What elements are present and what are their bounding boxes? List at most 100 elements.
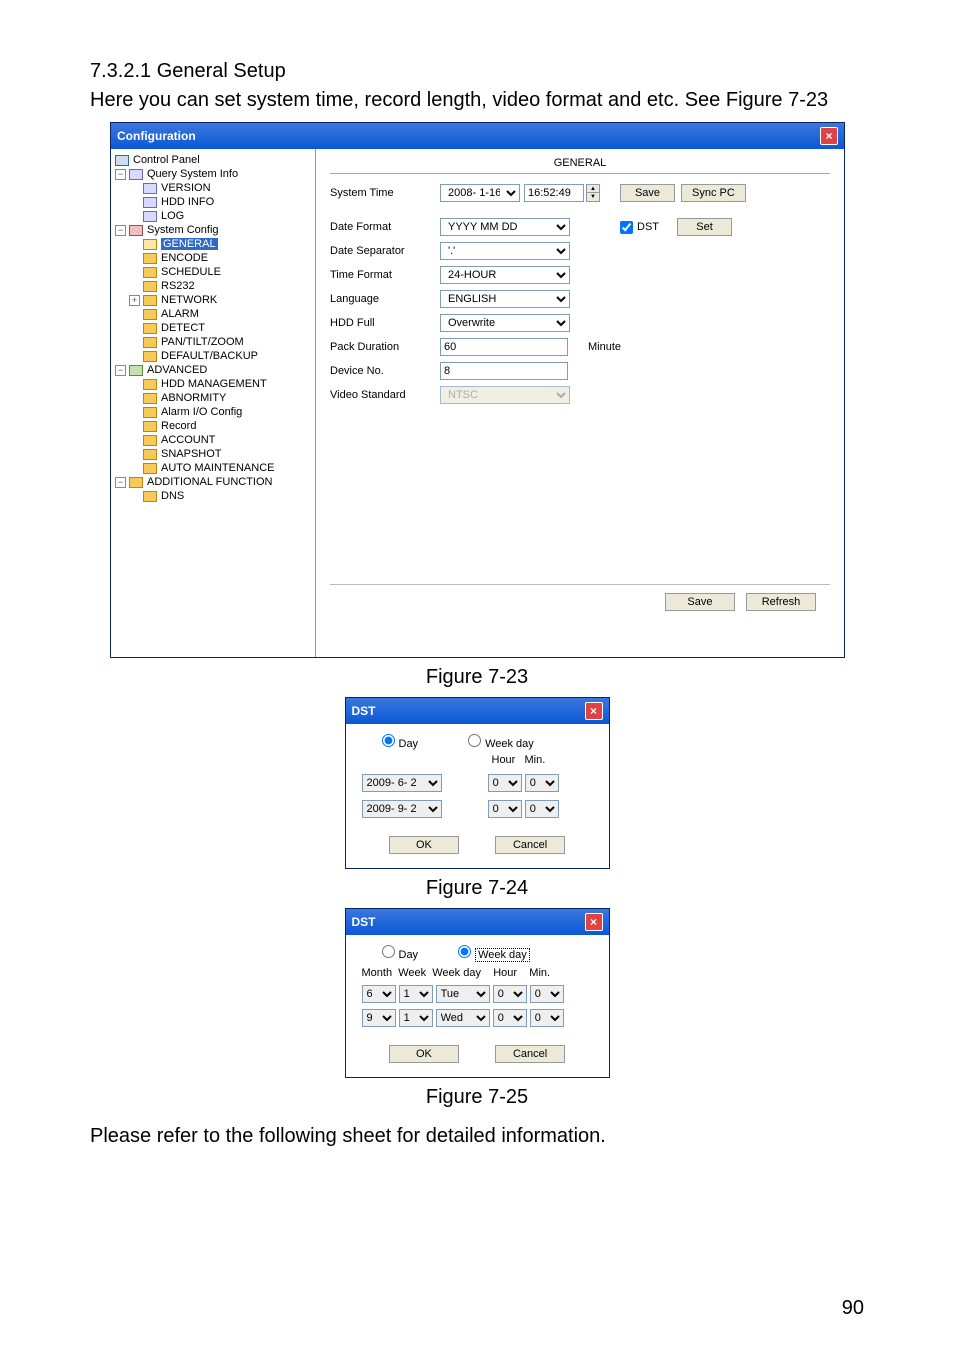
ok-button[interactable]: OK (389, 1045, 459, 1063)
lang-label: Language (330, 293, 440, 305)
r1-weekday[interactable]: Tue (436, 985, 490, 1003)
folder-icon (143, 491, 157, 502)
date-select[interactable]: 2008- 1-16 (440, 184, 520, 202)
tree-account[interactable]: ACCOUNT (115, 433, 311, 447)
day-radio[interactable]: Day (382, 945, 419, 961)
section-heading: 7.3.2.1 General Setup (90, 60, 864, 83)
footnote: Please refer to the following sheet for … (90, 1125, 864, 1148)
packdur-input[interactable] (440, 338, 568, 356)
dst2-title: DST (352, 915, 376, 929)
folder-icon (143, 309, 157, 320)
folder-icon (143, 323, 157, 334)
time-input[interactable] (524, 184, 584, 202)
collapse-icon[interactable]: − (115, 365, 126, 376)
window-title: Configuration (117, 129, 196, 143)
hddfull-select[interactable]: Overwrite (440, 314, 570, 332)
tree-network[interactable]: +NETWORK (115, 293, 311, 307)
tree-abnormity[interactable]: ABNORMITY (115, 391, 311, 405)
r2-weekday[interactable]: Wed (436, 1009, 490, 1027)
figure-caption-23: Figure 7-23 (90, 666, 864, 689)
folder-icon (143, 281, 157, 292)
dst1-h2[interactable]: 0 (488, 800, 522, 818)
tree-qsi[interactable]: −Query System Info (115, 167, 311, 181)
gear-icon (129, 365, 143, 376)
datefmt-select[interactable]: YYYY MM DD (440, 218, 570, 236)
tree-defbk[interactable]: DEFAULT/BACKUP (115, 349, 311, 363)
tree-dns[interactable]: DNS (115, 489, 311, 503)
dst1-date2[interactable]: 2009- 9- 2 (362, 800, 442, 818)
tree-general[interactable]: GENERAL (115, 237, 311, 251)
tree-version[interactable]: VERSION (115, 181, 311, 195)
folder-icon (143, 351, 157, 362)
cancel-button[interactable]: Cancel (495, 1045, 565, 1063)
collapse-icon[interactable]: − (115, 225, 126, 236)
expand-icon[interactable]: + (129, 295, 140, 306)
weekday-radio[interactable]: Week day (468, 734, 534, 750)
r2-hour[interactable]: 0 (493, 1009, 527, 1027)
nav-tree: Control Panel −Query System Info VERSION… (111, 149, 316, 657)
dst1-m2[interactable]: 0 (525, 800, 559, 818)
tree-alarm[interactable]: ALARM (115, 307, 311, 321)
dst-dialog-week: DST × Day Week day Month Week Week day H… (345, 908, 610, 1078)
tree-snapshot[interactable]: SNAPSHOT (115, 447, 311, 461)
tree-advanced[interactable]: −ADVANCED (115, 363, 311, 377)
r2-week[interactable]: 1 (399, 1009, 433, 1027)
dst1-date1[interactable]: 2009- 6- 2 (362, 774, 442, 792)
tree-sysconfig[interactable]: −System Config (115, 223, 311, 237)
week-hdr: Week (398, 967, 426, 979)
dst-checkbox[interactable] (620, 221, 633, 234)
tree-addfn[interactable]: −ADDITIONAL FUNCTION (115, 475, 311, 489)
min-label: Min. (525, 754, 546, 766)
vidstd-label: Video Standard (330, 389, 440, 401)
day-radio[interactable]: Day (382, 734, 419, 750)
r1-hour[interactable]: 0 (493, 985, 527, 1003)
systime-label: System Time (330, 187, 440, 199)
collapse-icon[interactable]: − (115, 169, 126, 180)
timefmt-label: Time Format (330, 269, 440, 281)
lang-select[interactable]: ENGLISH (440, 290, 570, 308)
syncpc-button[interactable]: Sync PC (681, 184, 746, 202)
file-icon (143, 197, 157, 208)
ok-button[interactable]: OK (389, 836, 459, 854)
tree-record[interactable]: Record (115, 419, 311, 433)
folder-icon (143, 253, 157, 264)
tree-hddinfo[interactable]: HDD INFO (115, 195, 311, 209)
r1-month[interactable]: 6 (362, 985, 396, 1003)
datesep-select[interactable]: '.' (440, 242, 570, 260)
tree-root[interactable]: Control Panel (115, 153, 311, 167)
collapse-icon[interactable]: − (115, 477, 126, 488)
close-icon[interactable]: × (820, 127, 838, 145)
refresh-button[interactable]: Refresh (746, 593, 816, 611)
tree-detect[interactable]: DETECT (115, 321, 311, 335)
timefmt-select[interactable]: 24-HOUR (440, 266, 570, 284)
dst-set-button[interactable]: Set (677, 218, 732, 236)
r1-min[interactable]: 0 (530, 985, 564, 1003)
figure-caption-24: Figure 7-24 (90, 877, 864, 900)
r2-month[interactable]: 9 (362, 1009, 396, 1027)
folder-icon (143, 393, 157, 404)
tree-schedule[interactable]: SCHEDULE (115, 265, 311, 279)
tree-hddmgmt[interactable]: HDD MANAGEMENT (115, 377, 311, 391)
r1-week[interactable]: 1 (399, 985, 433, 1003)
tree-ptz[interactable]: PAN/TILT/ZOOM (115, 335, 311, 349)
dst1-m1[interactable]: 0 (525, 774, 559, 792)
spin-down-icon[interactable]: ▼ (587, 193, 599, 201)
tree-automaint[interactable]: AUTO MAINTENANCE (115, 461, 311, 475)
spin-up-icon[interactable]: ▲ (587, 185, 599, 193)
devno-input[interactable] (440, 362, 568, 380)
folder-icon (143, 421, 157, 432)
save-button[interactable]: Save (665, 593, 735, 611)
time-spinner[interactable]: ▲▼ (586, 184, 600, 202)
close-icon[interactable]: × (585, 913, 603, 931)
dst1-h1[interactable]: 0 (488, 774, 522, 792)
tree-log[interactable]: LOG (115, 209, 311, 223)
cancel-button[interactable]: Cancel (495, 836, 565, 854)
tree-rs232[interactable]: RS232 (115, 279, 311, 293)
weekday-hdr: Week day (432, 967, 481, 979)
weekday-radio[interactable]: Week day (458, 945, 530, 961)
save-time-button[interactable]: Save (620, 184, 675, 202)
tree-encode[interactable]: ENCODE (115, 251, 311, 265)
tree-alarmio[interactable]: Alarm I/O Config (115, 405, 311, 419)
close-icon[interactable]: × (585, 702, 603, 720)
r2-min[interactable]: 0 (530, 1009, 564, 1027)
